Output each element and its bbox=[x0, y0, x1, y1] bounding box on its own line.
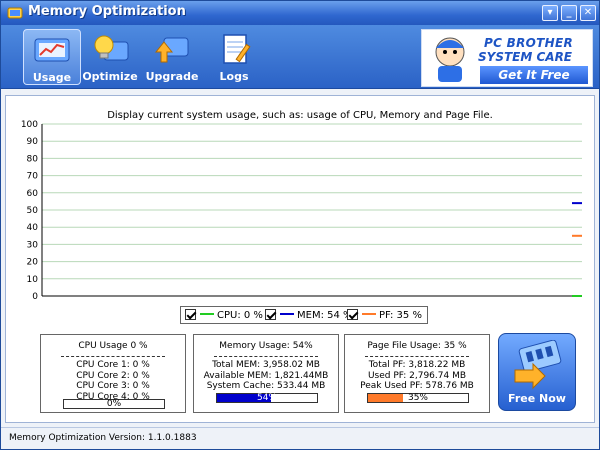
pf-total: Total PF: 3,818.22 MB bbox=[368, 360, 466, 370]
legend-pf-label: PF: 35 % bbox=[379, 310, 422, 321]
chart-legend: CPU: 0 % MEM: 54 % PF: 35 % bbox=[180, 306, 428, 324]
mem-available: Available MEM: 1,821.44MB bbox=[203, 370, 329, 381]
minimize-button[interactable]: _ bbox=[561, 5, 577, 21]
cpu-progress-bar: 0% bbox=[63, 399, 165, 409]
status-bar: Memory Optimization Version: 1.1.0.1883 bbox=[1, 427, 599, 449]
pf-progress-label: 35% bbox=[407, 393, 428, 403]
cpu-checkbox[interactable] bbox=[185, 309, 196, 320]
y-tick-label: 30 bbox=[27, 240, 39, 250]
tab-optimize[interactable]: Optimize bbox=[81, 29, 139, 85]
tab-optimize-label: Optimize bbox=[82, 70, 138, 83]
pf-checkbox[interactable] bbox=[347, 309, 358, 320]
mem-checkbox[interactable] bbox=[265, 309, 276, 320]
legend-item-mem[interactable]: MEM: 54 % bbox=[265, 309, 353, 323]
app-window: Memory Optimization ▾ _ ✕ Usage Optimize bbox=[0, 0, 600, 450]
mem-progress-bar: 54% bbox=[216, 393, 318, 403]
legend-item-cpu[interactable]: CPU: 0 % bbox=[185, 309, 263, 323]
app-icon bbox=[7, 7, 23, 19]
cpu-usage-title: CPU Usage 0 % bbox=[78, 341, 148, 351]
page-file-usage-box: Page File Usage: 35 % Total PF: 3,818.22… bbox=[344, 334, 490, 413]
cpu-usage-box: CPU Usage 0 % CPU Core 1: 0 % CPU Core 2… bbox=[40, 334, 186, 413]
free-now-button[interactable]: Free Now bbox=[498, 333, 576, 411]
ad-cta[interactable]: Get It Free bbox=[480, 66, 588, 84]
cpu-line-swatch bbox=[200, 313, 214, 315]
toolbar: Usage Optimize Upgrade Logs PC BROTHER S… bbox=[1, 25, 599, 89]
mem-progress-label: 54% bbox=[256, 393, 277, 403]
lightbulb-icon bbox=[94, 35, 129, 61]
version-text: Memory Optimization Version: 1.1.0.1883 bbox=[9, 433, 197, 443]
usage-icon bbox=[34, 38, 70, 62]
mascot-icon bbox=[435, 37, 465, 82]
pf-divider bbox=[365, 356, 469, 357]
ad-line2: SYSTEM CARE bbox=[478, 50, 573, 64]
cpu-divider bbox=[61, 356, 165, 357]
close-button[interactable]: ✕ bbox=[580, 5, 596, 21]
mem-total: Total MEM: 3,958.02 MB bbox=[212, 360, 320, 370]
y-tick-label: 0 bbox=[32, 292, 38, 302]
tab-logs-label: Logs bbox=[219, 70, 249, 83]
usage-chart: 1009080706050403020100 bbox=[21, 120, 582, 302]
y-tick-label: 90 bbox=[27, 137, 39, 147]
cpu-core3: CPU Core 3: 0 % bbox=[76, 381, 150, 391]
memory-chip-icon bbox=[514, 340, 562, 390]
pf-peak: Peak Used PF: 578.76 MB bbox=[360, 381, 474, 391]
legend-item-pf[interactable]: PF: 35 % bbox=[347, 309, 422, 323]
y-tick-label: 60 bbox=[27, 189, 39, 199]
window-title: Memory Optimization bbox=[28, 4, 186, 19]
pf-usage-title: Page File Usage: 35 % bbox=[367, 341, 467, 351]
memory-usage-box: Memory Usage: 54% Total MEM: 3,958.02 MB… bbox=[193, 334, 339, 413]
y-tick-label: 80 bbox=[27, 154, 39, 164]
tab-logs[interactable]: Logs bbox=[205, 29, 263, 85]
upgrade-arrow-icon bbox=[154, 37, 189, 63]
y-tick-label: 70 bbox=[27, 172, 39, 182]
cpu-core1: CPU Core 1: 0 % bbox=[76, 360, 150, 370]
notepad-icon bbox=[223, 34, 251, 64]
free-now-label: Free Now bbox=[508, 392, 566, 405]
cpu-core2: CPU Core 2: 0 % bbox=[76, 370, 150, 381]
pf-line-swatch bbox=[362, 313, 376, 315]
title-bar: Memory Optimization ▾ _ ✕ bbox=[1, 1, 599, 25]
pf-progress-bar: 35% bbox=[367, 393, 469, 403]
y-tick-label: 20 bbox=[27, 258, 39, 268]
mem-divider bbox=[214, 356, 318, 357]
mem-line-swatch bbox=[280, 313, 294, 315]
y-tick-label: 40 bbox=[27, 223, 39, 233]
mem-cache: System Cache: 533.44 MB bbox=[206, 381, 326, 391]
y-tick-label: 10 bbox=[27, 275, 39, 285]
y-tick-label: 100 bbox=[21, 120, 38, 130]
y-tick-label: 50 bbox=[27, 206, 39, 216]
legend-cpu-label: CPU: 0 % bbox=[217, 310, 263, 321]
ad-line1: PC BROTHER bbox=[484, 36, 574, 50]
pf-used: Used PF: 2,796.74 MB bbox=[367, 370, 467, 381]
cpu-progress-label: 0% bbox=[106, 399, 122, 409]
legend-mem-label: MEM: 54 % bbox=[297, 310, 353, 321]
tab-upgrade[interactable]: Upgrade bbox=[143, 29, 201, 85]
pc-brother-ad-banner[interactable]: PC BROTHER SYSTEM CARE Get It Free bbox=[421, 29, 593, 87]
tab-usage[interactable]: Usage bbox=[23, 29, 81, 85]
tab-usage-label: Usage bbox=[32, 71, 72, 84]
tab-upgrade-label: Upgrade bbox=[145, 70, 199, 83]
menu-dropdown-icon[interactable]: ▾ bbox=[542, 5, 558, 21]
mem-usage-title: Memory Usage: 54% bbox=[219, 341, 313, 351]
